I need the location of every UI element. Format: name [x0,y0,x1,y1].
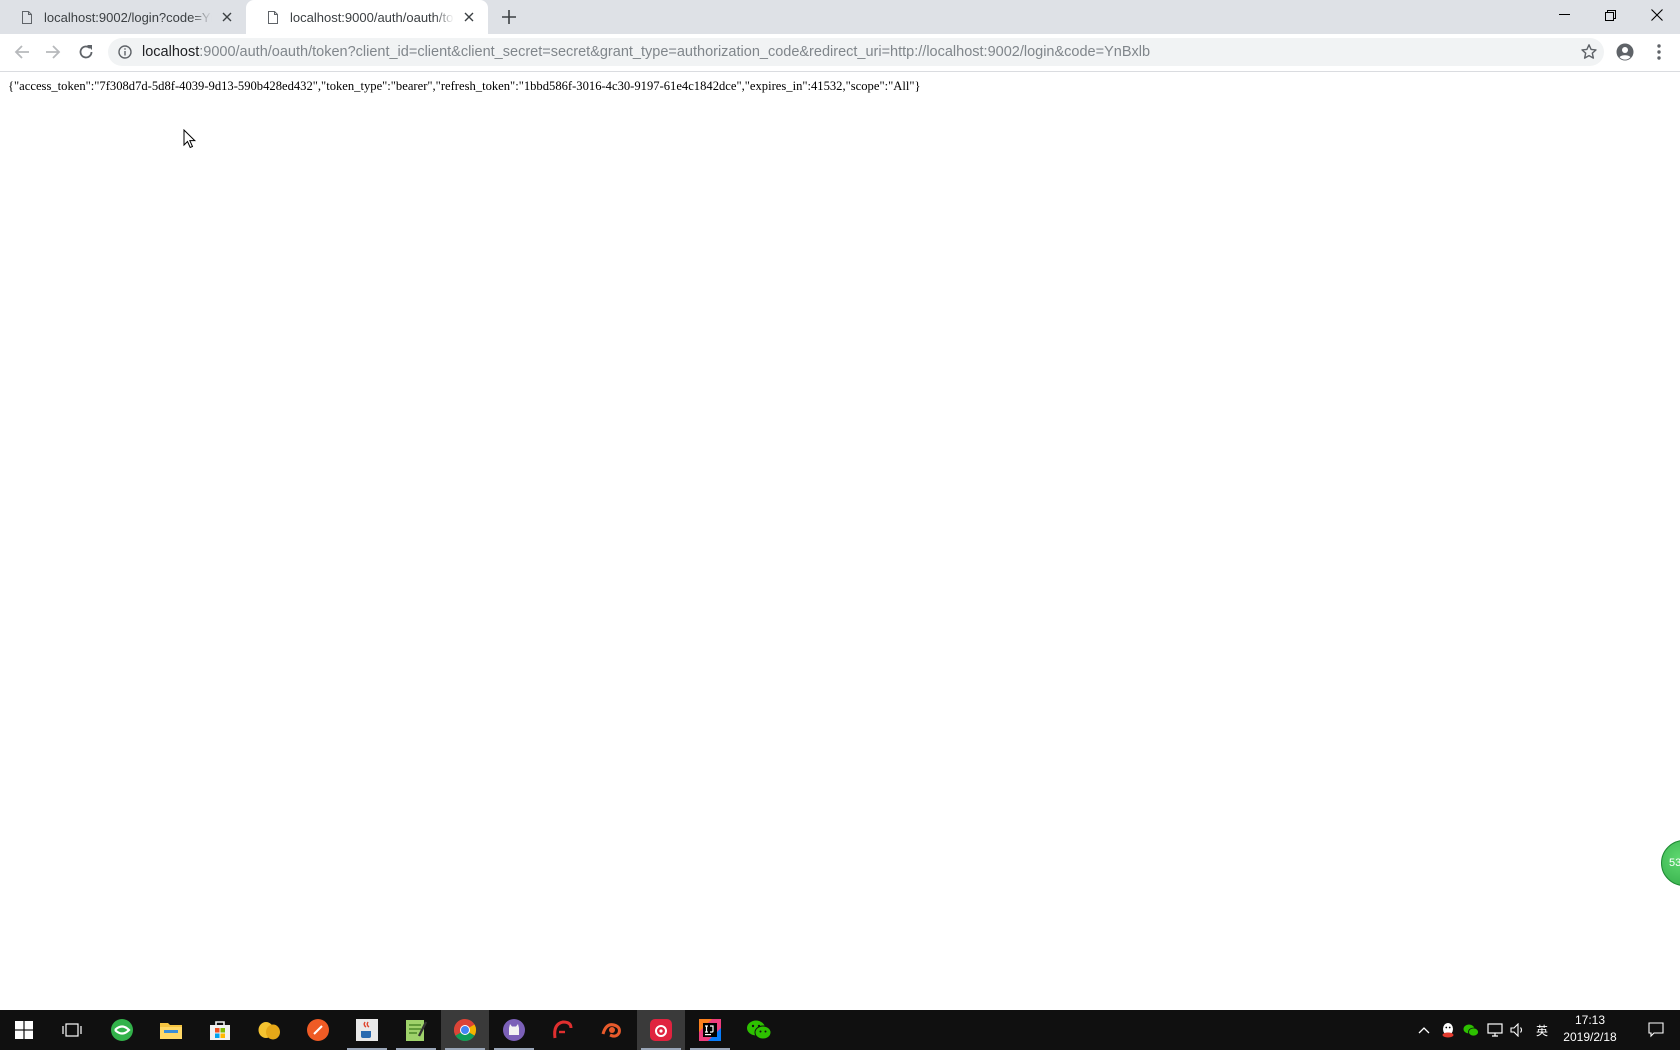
minimize-button[interactable] [1541,0,1587,30]
tab-title: localhost:9002/login?code=YnBxlb [44,9,212,25]
taskbar-xshell[interactable] [539,1010,587,1050]
page-icon [268,10,278,24]
page-content: {"access_token":"7f308d7d-5d8f-4039-9d13… [0,72,1680,1010]
reload-icon [79,45,93,59]
intellij-icon [699,1019,721,1041]
360-browser-icon [111,1019,133,1041]
kebab-menu-icon [1657,44,1661,60]
json-response-text: {"access_token":"7f308d7d-5d8f-4039-9d13… [8,79,921,93]
store-bag-icon [210,1021,230,1040]
taskbar-notepad-plus[interactable] [392,1010,440,1050]
url-host: localhost [142,44,200,60]
windows-logo-icon [15,1021,33,1039]
floating-widget[interactable]: 53 [1661,840,1680,886]
floating-widget-label: 53 [1669,857,1680,869]
music-icon [650,1019,672,1041]
taskbar-qq-pinyin[interactable] [245,1010,293,1050]
taskbar-wechat[interactable] [735,1010,783,1050]
wechat-icon [1463,1024,1479,1037]
restore-button[interactable] [1587,0,1633,30]
mouse-pointer-icon [183,129,197,149]
close-window-button[interactable] [1634,0,1680,30]
url-text[interactable]: localhost:9000/auth/oauth/token?client_i… [142,38,1150,66]
forward-button[interactable] [41,40,65,64]
qq-pinyin-icon [258,1022,280,1040]
taskbar-microsoft-store[interactable] [196,1010,244,1050]
tray-wechat[interactable] [1460,1010,1482,1050]
address-bar[interactable]: localhost:9000/auth/oauth/token?client_i… [108,38,1604,66]
account-circle-icon [1616,43,1634,61]
browser-toolbar: localhost:9000/auth/oauth/token?client_i… [0,34,1680,72]
taskbar-postman[interactable] [294,1010,342,1050]
new-tab-button[interactable] [497,6,521,28]
menu-button[interactable] [1647,40,1671,64]
clock-time: 17:13 [1574,1013,1606,1027]
notification-icon [1648,1022,1664,1038]
taskbar-github-desktop[interactable] [490,1010,538,1050]
arrow-left-icon [14,45,29,59]
taskbar-clock[interactable]: 17:13 2019/2/18 [1551,1012,1629,1048]
back-button[interactable] [10,40,34,64]
reload-button[interactable] [74,40,98,64]
plus-icon [502,10,516,24]
minimize-icon [1558,14,1570,15]
taskbar-360-browser[interactable] [98,1010,146,1050]
arrow-right-icon [46,45,61,59]
taskbar-chrome[interactable] [441,1010,489,1050]
taskbar-intellij-idea[interactable] [686,1010,734,1050]
navicat-icon [601,1023,621,1038]
speaker-icon [1510,1023,1523,1037]
tab-login[interactable]: localhost:9002/login?code=YnBxlb [0,0,246,34]
postman-icon [307,1019,329,1041]
page-icon [22,10,32,24]
folder-icon [160,1023,182,1039]
xshell-icon [553,1020,573,1039]
close-icon [1651,9,1663,21]
tray-ime[interactable]: 英 [1531,1010,1553,1050]
qq-penguin-icon [1442,1023,1454,1038]
close-icon[interactable] [460,8,478,26]
tray-qq[interactable] [1437,1010,1459,1050]
tab-strip: localhost:9002/login?code=YnBxlb localho… [0,0,1680,34]
taskbar-file-explorer[interactable] [147,1010,195,1050]
restore-icon [1604,9,1616,21]
tray-network[interactable] [1484,1010,1506,1050]
url-path: :9000/auth/oauth/token?client_id=client&… [199,44,1151,60]
chrome-icon [454,1019,476,1041]
start-button[interactable] [0,1010,48,1050]
chevron-up-icon [1418,1027,1430,1034]
tab-title: localhost:9000/auth/oauth/token?client_i… [290,9,454,25]
ime-label: 英 [1535,1023,1548,1038]
bookmark-star-icon[interactable] [1580,43,1598,61]
taskbar-navicat[interactable] [588,1010,636,1050]
java-cup-icon [356,1019,378,1041]
clock-date: 2019/2/18 [1563,1030,1617,1044]
task-view-icon [62,1023,82,1037]
wechat-icon [747,1020,772,1040]
notepad-icon [406,1020,427,1041]
tab-token[interactable]: localhost:9000/auth/oauth/token?client_i… [246,0,488,34]
windows-taskbar: 英 17:13 2019/2/18 [0,1010,1680,1050]
task-view-button[interactable] [48,1010,96,1050]
info-icon[interactable] [118,45,132,59]
tray-volume[interactable] [1507,1010,1529,1050]
taskbar-java-app[interactable] [343,1010,391,1050]
action-center-button[interactable] [1636,1010,1676,1050]
github-cat-icon [503,1019,525,1041]
network-icon [1487,1023,1503,1037]
tray-overflow-button[interactable] [1413,1010,1435,1050]
close-icon[interactable] [218,8,236,26]
profile-button[interactable] [1613,40,1637,64]
taskbar-netease-music[interactable] [637,1010,685,1050]
